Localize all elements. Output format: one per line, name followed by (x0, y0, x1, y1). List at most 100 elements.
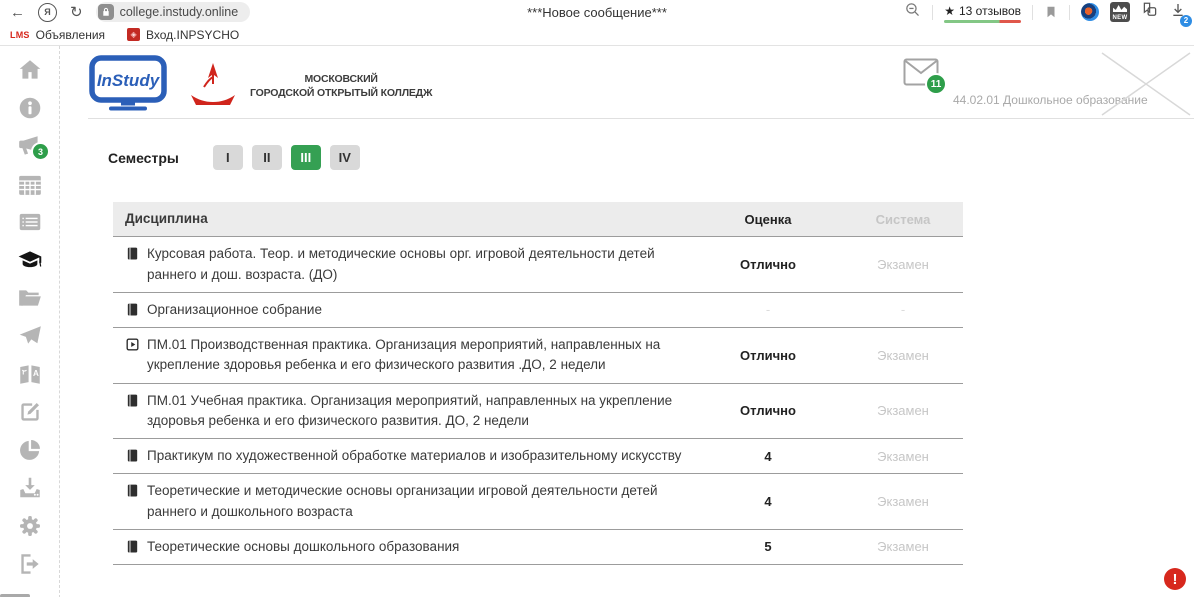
new-badge: NEW (1110, 15, 1130, 21)
discipline-name: Организационное собрание (147, 300, 322, 320)
browser-toolbar: ← Я ↻ college.instudy.online ***Новое со… (0, 0, 1194, 24)
bookmark-inpsycho[interactable]: ◈ Вход.INPSYCHO (127, 28, 239, 42)
discipline-link[interactable]: Практикум по художественной обработке ма… (125, 446, 683, 466)
divider (1032, 5, 1033, 20)
grade-value: Отлично (693, 403, 843, 418)
lock-icon (98, 4, 114, 20)
announcements-icon[interactable]: 3 (16, 132, 43, 159)
send-icon[interactable] (16, 322, 43, 349)
rating-bar (944, 20, 1021, 23)
education-icon[interactable] (16, 246, 43, 273)
system-value: Экзамен (843, 348, 963, 363)
semester-1-button[interactable]: I (213, 145, 243, 170)
statistics-pie-icon[interactable] (16, 436, 43, 463)
home-icon[interactable] (16, 56, 43, 83)
bookmarks-bar: LMS Объявления ◈ Вход.INPSYCHO (0, 24, 1194, 46)
edit-icon[interactable] (16, 398, 43, 425)
college-emblem-icon (184, 61, 242, 111)
header-discipline: Дисциплина (113, 202, 693, 236)
system-value: Экзамен (843, 539, 963, 554)
collections-icon[interactable] (1141, 1, 1159, 24)
grade-value: Отлично (693, 348, 843, 363)
discipline-link[interactable]: Курсовая работа. Теор. и методические ос… (125, 244, 683, 285)
table-row: Организационное собрание - - (113, 293, 963, 328)
info-icon[interactable] (16, 94, 43, 121)
system-value: Экзамен (843, 494, 963, 509)
zoom-out-icon[interactable] (904, 1, 921, 23)
site-header: InStudy МОСКОВСКИЙ ГОРОДСКОЙ ОТКРЫТЫЙ КО… (88, 54, 1194, 119)
translate-icon[interactable]: A (16, 360, 43, 387)
discipline-link[interactable]: Теоретические основы дошкольного образов… (125, 537, 683, 557)
book-icon (125, 246, 140, 261)
crown-glyph (1113, 5, 1127, 12)
extension-icon[interactable] (1081, 3, 1099, 21)
book-icon (125, 448, 140, 463)
table-row: Практикум по художественной обработке ма… (113, 439, 963, 474)
system-value: Экзамен (843, 257, 963, 272)
reviews-button[interactable]: ★ 13 отзывов (944, 4, 1021, 20)
logout-icon[interactable] (16, 550, 43, 577)
profile-letter: Я (44, 7, 50, 17)
table-row: Теоретические и методические основы орга… (113, 474, 963, 530)
calendar-icon[interactable] (16, 170, 43, 197)
avatar-placeholder (1100, 51, 1192, 122)
table-row: ПМ.01 Учебная практика. Организация меро… (113, 384, 963, 440)
discipline-name: ПМ.01 Производственная практика. Организ… (147, 335, 683, 376)
browser-profile-icon[interactable]: Я (38, 3, 57, 22)
system-value: - (843, 302, 963, 317)
semester-2-button[interactable]: II (252, 145, 282, 170)
alert-button[interactable]: ! (1164, 568, 1186, 590)
downloads-count-badge: 2 (1180, 15, 1192, 27)
book-icon (125, 539, 140, 554)
semester-4-button[interactable]: IV (330, 145, 360, 170)
journal-icon[interactable] (16, 208, 43, 235)
mail-extension-icon[interactable]: NEW (1110, 2, 1130, 22)
play-icon (125, 337, 140, 352)
book-icon (125, 483, 140, 498)
mail-button[interactable]: 11 (903, 58, 939, 91)
grade-value: Отлично (693, 257, 843, 272)
discipline-link[interactable]: ПМ.01 Учебная практика. Организация меро… (125, 391, 683, 432)
divider (932, 5, 933, 20)
reviews-label: 13 отзывов (959, 4, 1021, 18)
svg-text:A: A (33, 368, 39, 377)
semesters-bar: Семестры I II III IV (108, 145, 1194, 170)
divider (1069, 5, 1070, 20)
header-system: Система (843, 212, 963, 227)
discipline-name: ПМ.01 Учебная практика. Организация меро… (147, 391, 683, 432)
discipline-link[interactable]: Организационное собрание (125, 300, 683, 320)
semester-3-button[interactable]: III (291, 145, 321, 170)
refresh-button[interactable]: ↻ (70, 5, 83, 20)
mail-badge: 11 (925, 73, 947, 95)
announcements-badge: 3 (31, 142, 50, 161)
table-row: Теоретические основы дошкольного образов… (113, 530, 963, 565)
main-content: InStudy МОСКОВСКИЙ ГОРОДСКОЙ ОТКРЫТЫЙ КО… (60, 46, 1194, 597)
discipline-link[interactable]: Теоретические и методические основы орга… (125, 481, 683, 522)
back-button[interactable]: ← (10, 5, 25, 20)
bookmark-icon[interactable] (1044, 4, 1058, 20)
downloads-button[interactable]: 2 (1170, 2, 1186, 23)
system-value: Экзамен (843, 449, 963, 464)
grade-value: - (693, 302, 843, 317)
discipline-name: Теоретические и методические основы орга… (147, 481, 683, 522)
settings-gear-icon[interactable] (16, 512, 43, 539)
materials-folder-icon[interactable] (16, 284, 43, 311)
grades-table: Дисциплина Оценка Система Курсовая работ… (113, 202, 963, 565)
instudy-logo[interactable]: InStudy (88, 55, 168, 118)
college-name: МОСКОВСКИЙ ГОРОДСКОЙ ОТКРЫТЫЙ КОЛЛЕДЖ (250, 72, 432, 100)
lms-favicon: LMS (10, 30, 30, 40)
bookmark-lms[interactable]: LMS Объявления (10, 28, 105, 42)
page-content: 3 A (0, 46, 1194, 597)
grade-value: 4 (693, 494, 843, 509)
discipline-link[interactable]: ПМ.01 Производственная практика. Организ… (125, 335, 683, 376)
star-icon: ★ (944, 4, 955, 18)
grade-value: 4 (693, 449, 843, 464)
downloads-tray-icon[interactable] (16, 474, 43, 501)
table-header: Дисциплина Оценка Система (113, 202, 963, 237)
inpsycho-favicon: ◈ (127, 28, 140, 41)
discipline-name: Практикум по художественной обработке ма… (147, 446, 681, 466)
book-icon (125, 393, 140, 408)
book-icon (125, 302, 140, 317)
address-bar[interactable]: college.instudy.online (96, 2, 251, 22)
discipline-name: Теоретические основы дошкольного образов… (147, 537, 459, 557)
